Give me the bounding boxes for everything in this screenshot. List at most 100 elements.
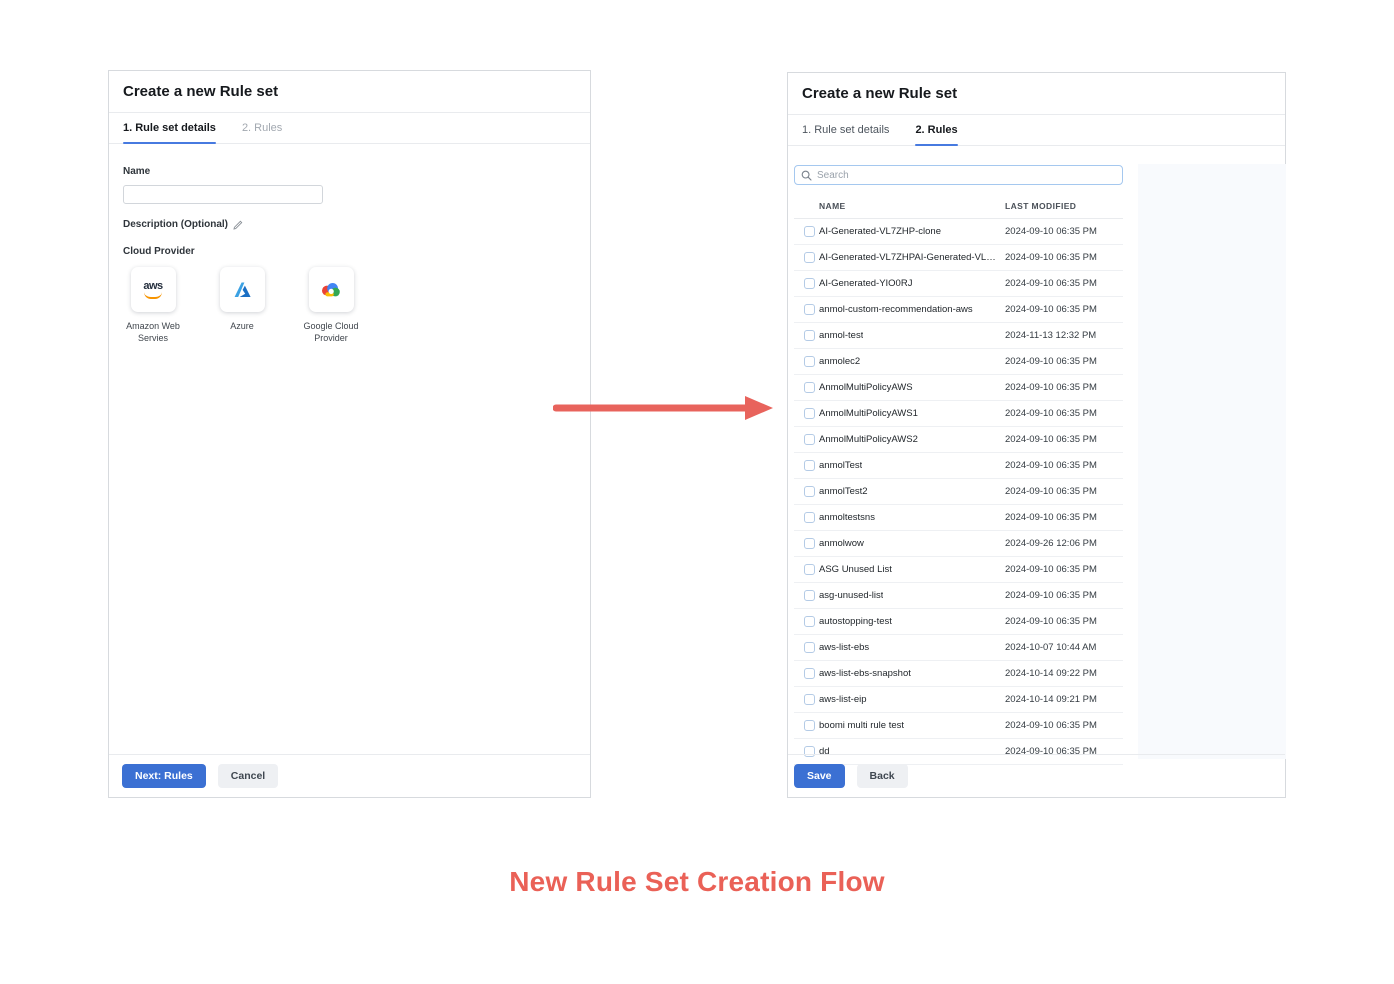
row-name: aws-list-ebs-snapshot xyxy=(819,668,911,679)
row-last-modified: 2024-09-10 06:35 PM xyxy=(1005,486,1097,497)
row-checkbox[interactable] xyxy=(804,278,815,289)
row-checkbox[interactable] xyxy=(804,434,815,445)
table-row[interactable]: autostopping-test 2024-09-10 06:35 PM xyxy=(794,609,1123,635)
table-row[interactable]: anmolwow 2024-09-26 12:06 PM xyxy=(794,531,1123,557)
row-name: aws-list-ebs xyxy=(819,642,869,653)
back-button[interactable]: Back xyxy=(857,764,908,788)
name-input[interactable] xyxy=(123,185,323,204)
search-input[interactable] xyxy=(817,170,1116,181)
row-checkbox[interactable] xyxy=(804,252,815,263)
row-last-modified: 2024-09-10 06:35 PM xyxy=(1005,408,1097,419)
name-label: Name xyxy=(123,166,576,177)
row-checkbox[interactable] xyxy=(804,642,815,653)
row-last-modified: 2024-09-10 06:35 PM xyxy=(1005,720,1097,731)
row-checkbox[interactable] xyxy=(804,616,815,627)
column-header-name: NAME xyxy=(819,201,846,211)
row-name: anmol-test xyxy=(819,330,863,341)
table-row[interactable]: AnmolMultiPolicyAWS2 2024-09-10 06:35 PM xyxy=(794,427,1123,453)
dialog-footer: Next: Rules Cancel xyxy=(109,754,590,797)
row-name: autostopping-test xyxy=(819,616,892,627)
table-row[interactable]: anmolTest 2024-09-10 06:35 PM xyxy=(794,453,1123,479)
row-name: AnmolMultiPolicyAWS1 xyxy=(819,408,918,419)
row-name: boomi multi rule test xyxy=(819,720,904,731)
row-checkbox[interactable] xyxy=(804,486,815,497)
row-name: anmolec2 xyxy=(819,356,860,367)
row-last-modified: 2024-09-10 06:35 PM xyxy=(1005,226,1097,237)
row-checkbox[interactable] xyxy=(804,304,815,315)
column-header-last-modified: LAST MODIFIED xyxy=(1005,201,1076,211)
cloud-provider-options: aws Amazon Web Servies xyxy=(123,267,576,344)
provider-label: Amazon Web Servies xyxy=(123,320,183,344)
row-name: asg-unused-list xyxy=(819,590,883,601)
row-checkbox[interactable] xyxy=(804,330,815,341)
row-checkbox[interactable] xyxy=(804,694,815,705)
tab-rule-set-details[interactable]: 1. Rule set details xyxy=(802,124,889,145)
aws-card[interactable]: aws xyxy=(131,267,176,312)
row-last-modified: 2024-09-10 06:35 PM xyxy=(1005,434,1097,445)
table-row[interactable]: boomi multi rule test 2024-09-10 06:35 P… xyxy=(794,713,1123,739)
table-row[interactable]: aws-list-eip 2024-10-14 09:21 PM xyxy=(794,687,1123,713)
table-row[interactable]: AnmolMultiPolicyAWS1 2024-09-10 06:35 PM xyxy=(794,401,1123,427)
next-rules-button[interactable]: Next: Rules xyxy=(122,764,206,788)
row-checkbox[interactable] xyxy=(804,226,815,237)
cancel-button[interactable]: Cancel xyxy=(218,764,278,788)
tab-rule-set-details[interactable]: 1. Rule set details xyxy=(123,122,216,143)
dialog-footer: Save Back xyxy=(788,754,1285,797)
table-header-row: NAME LAST MODIFIED xyxy=(794,193,1123,219)
row-last-modified: 2024-10-07 10:44 AM xyxy=(1005,642,1096,653)
row-checkbox[interactable] xyxy=(804,564,815,575)
tab-rules[interactable]: 2. Rules xyxy=(242,122,282,143)
row-checkbox[interactable] xyxy=(804,538,815,549)
table-row[interactable]: anmolec2 2024-09-10 06:35 PM xyxy=(794,349,1123,375)
rules-search-box xyxy=(794,165,1123,185)
row-name: AI-Generated-YIO0RJ xyxy=(819,278,912,289)
table-row[interactable]: anmolTest2 2024-09-10 06:35 PM xyxy=(794,479,1123,505)
table-row[interactable]: aws-list-ebs-snapshot 2024-10-14 09:22 P… xyxy=(794,661,1123,687)
aws-icon: aws xyxy=(143,281,162,299)
azure-card[interactable] xyxy=(220,267,265,312)
row-checkbox[interactable] xyxy=(804,460,815,471)
row-checkbox[interactable] xyxy=(804,590,815,601)
row-checkbox[interactable] xyxy=(804,668,815,679)
row-last-modified: 2024-09-10 06:35 PM xyxy=(1005,382,1097,393)
save-button[interactable]: Save xyxy=(794,764,845,788)
row-last-modified: 2024-09-10 06:35 PM xyxy=(1005,512,1097,523)
tab-rules[interactable]: 2. Rules xyxy=(915,124,957,145)
azure-icon xyxy=(232,281,252,299)
table-row[interactable]: AI-Generated-VL7ZHPAI-Generated-VL7ZHPAI… xyxy=(794,245,1123,271)
row-last-modified: 2024-09-10 06:35 PM xyxy=(1005,252,1097,263)
row-name: aws-list-eip xyxy=(819,694,867,705)
gcp-card[interactable] xyxy=(309,267,354,312)
edit-pencil-icon[interactable] xyxy=(233,220,243,230)
table-row[interactable]: AnmolMultiPolicyAWS 2024-09-10 06:35 PM xyxy=(794,375,1123,401)
table-row[interactable]: ASG Unused List 2024-09-10 06:35 PM xyxy=(794,557,1123,583)
table-row[interactable]: AI-Generated-VL7ZHP-clone 2024-09-10 06:… xyxy=(794,219,1123,245)
row-checkbox[interactable] xyxy=(804,720,815,731)
row-checkbox[interactable] xyxy=(804,408,815,419)
table-row[interactable]: aws-list-ebs 2024-10-07 10:44 AM xyxy=(794,635,1123,661)
row-checkbox[interactable] xyxy=(804,356,815,367)
provider-option-gcp[interactable]: Google Cloud Provider xyxy=(301,267,361,344)
row-name: AnmolMultiPolicyAWS2 xyxy=(819,434,918,445)
description-label: Description (Optional) xyxy=(123,219,228,230)
provider-option-azure[interactable]: Azure xyxy=(212,267,272,344)
flow-arrow-icon xyxy=(553,392,775,429)
row-last-modified: 2024-09-10 06:35 PM xyxy=(1005,278,1097,289)
provider-option-aws[interactable]: aws Amazon Web Servies xyxy=(123,267,183,344)
row-name: anmol-custom-recommendation-aws xyxy=(819,304,973,315)
row-last-modified: 2024-09-10 06:35 PM xyxy=(1005,356,1097,367)
table-row[interactable]: AI-Generated-YIO0RJ 2024-09-10 06:35 PM xyxy=(794,271,1123,297)
row-name: AnmolMultiPolicyAWS xyxy=(819,382,913,393)
table-row[interactable]: anmoltestsns 2024-09-10 06:35 PM xyxy=(794,505,1123,531)
row-checkbox[interactable] xyxy=(804,512,815,523)
table-row[interactable]: asg-unused-list 2024-09-10 06:35 PM xyxy=(794,583,1123,609)
wizard-tabs: 1. Rule set details 2. Rules xyxy=(109,113,590,144)
row-checkbox[interactable] xyxy=(804,382,815,393)
rules-selection-dialog: Create a new Rule set 1. Rule set detail… xyxy=(787,72,1286,798)
table-row[interactable]: anmol-custom-recommendation-aws 2024-09-… xyxy=(794,297,1123,323)
row-name: ASG Unused List xyxy=(819,564,892,575)
dialog-title: Create a new Rule set xyxy=(788,73,1285,115)
rules-table: NAME LAST MODIFIED AI-Generated-VL7ZHP-c… xyxy=(794,193,1123,830)
table-row[interactable]: anmol-test 2024-11-13 12:32 PM xyxy=(794,323,1123,349)
row-last-modified: 2024-09-26 12:06 PM xyxy=(1005,538,1097,549)
